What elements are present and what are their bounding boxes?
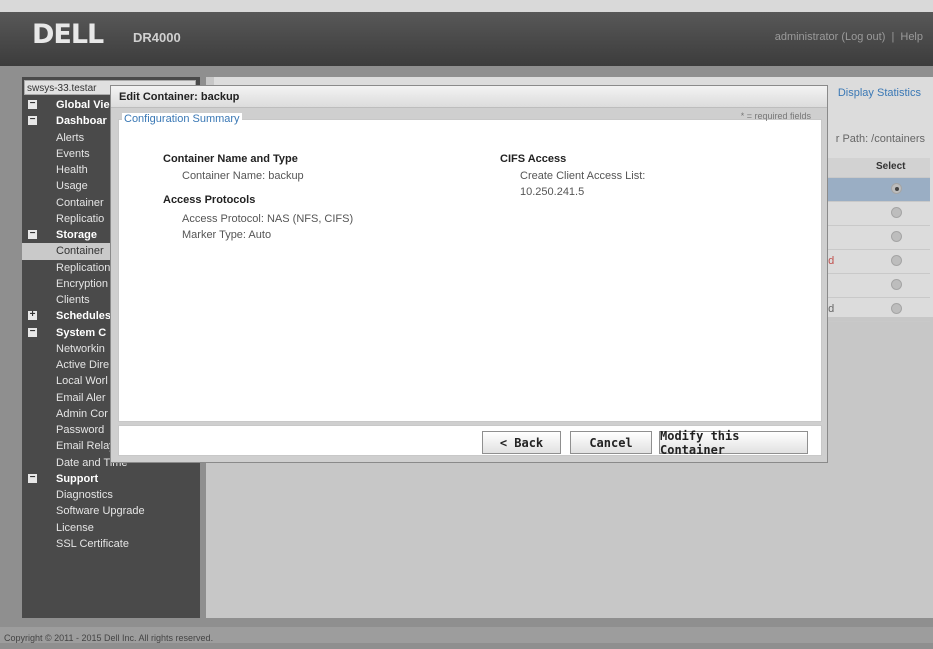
- sidebar-item[interactable]: − Support: [22, 471, 200, 487]
- required-fields-note: * = required fields: [740, 111, 811, 121]
- sidebar-item-label: Container: [56, 196, 104, 209]
- collapse-icon[interactable]: −: [28, 326, 37, 337]
- sidebar-item-label: Software Upgrade: [56, 505, 145, 518]
- sidebar-item[interactable]: Software Upgrade: [22, 503, 200, 519]
- sidebar-item-label: Usage: [56, 180, 88, 193]
- row-select-radio[interactable]: [891, 279, 902, 290]
- logout-link[interactable]: (Log out): [841, 31, 885, 43]
- sidebar-item-label: Active Dire: [56, 359, 110, 371]
- row-select-radio[interactable]: [891, 207, 902, 218]
- row-select-radio[interactable]: [891, 183, 902, 194]
- sidebar-item-label: System C: [56, 326, 107, 339]
- access-protocol-value: Access Protocol: NAS (NFS, CIFS): [182, 213, 354, 225]
- sidebar-item-label: Encryption: [56, 277, 108, 290]
- sidebar-item[interactable]: SSL Certificate: [22, 536, 200, 552]
- select-column-header: Select: [876, 161, 906, 172]
- client-ip-value: 10.250.241.5: [520, 186, 585, 198]
- sidebar-item-label: SSL Certificate: [56, 537, 129, 550]
- user-links: administrator (Log out) | Help: [775, 31, 923, 43]
- sidebar-item[interactable]: Diagnostics: [22, 487, 200, 503]
- sidebar-item-label: Schedules: [56, 310, 112, 323]
- collapse-icon[interactable]: −: [28, 99, 37, 109]
- sidebar-item-label: Local Worl: [56, 375, 108, 388]
- edit-container-dialog: Edit Container: backup Configuration Sum…: [110, 85, 828, 463]
- sidebar-item-label: Storage: [56, 229, 97, 241]
- display-statistics-link[interactable]: Display Statistics: [838, 87, 921, 99]
- help-link[interactable]: Help: [900, 31, 923, 43]
- sidebar-item-label: Dashboar: [56, 115, 107, 128]
- sidebar-item-label: Replicatio: [56, 212, 105, 225]
- back-button[interactable]: < Back: [482, 431, 561, 454]
- container-name-value: Container Name: backup: [182, 170, 304, 182]
- sidebar-item-label: Replication: [56, 261, 111, 274]
- collapse-icon[interactable]: −: [28, 229, 37, 239]
- cancel-button[interactable]: Cancel: [570, 431, 652, 454]
- product-name: DR4000: [133, 30, 181, 45]
- sidebar-item-label: Support: [56, 472, 99, 485]
- sidebar-item[interactable]: License: [22, 520, 200, 536]
- sidebar-item-label: Container: [56, 245, 104, 258]
- row-select-radio[interactable]: [891, 255, 902, 266]
- sidebar-item-label: Clients: [56, 294, 90, 306]
- configuration-summary-legend: Configuration Summary: [122, 113, 242, 125]
- expand-icon[interactable]: +: [28, 310, 37, 321]
- sidebar-item-label: Alerts: [56, 131, 85, 144]
- row-select-radio[interactable]: [891, 303, 902, 314]
- name-type-heading: Container Name and Type: [163, 153, 298, 165]
- sidebar-item-label: Global Vie: [56, 99, 110, 111]
- username: administrator: [774, 31, 839, 43]
- sidebar-item-label: Email Aler: [56, 391, 106, 404]
- sidebar-item-label: License: [56, 521, 94, 534]
- row-select-radio[interactable]: [891, 231, 902, 242]
- client-access-list-label: Create Client Access List:: [520, 170, 646, 182]
- header-top-strip: [0, 0, 933, 12]
- sidebar-item-label: Password: [56, 424, 105, 436]
- dialog-title: Edit Container: backup: [111, 86, 827, 108]
- cifs-access-heading: CIFS Access: [500, 153, 567, 165]
- sidebar-item-label: Admin Cor: [56, 407, 108, 420]
- collapse-icon[interactable]: −: [28, 115, 37, 126]
- sidebar-item-label: Health: [56, 164, 88, 176]
- sidebar-item-label: Events: [56, 147, 90, 160]
- dell-logo: DELL: [32, 19, 104, 50]
- sidebar-item-label: Networkin: [56, 342, 105, 355]
- app-header: DELL DR4000 administrator (Log out) | He…: [0, 0, 933, 66]
- marker-type-value: Marker Type: Auto: [182, 229, 272, 241]
- folder-path: r Path: /containers: [835, 133, 925, 145]
- collapse-icon[interactable]: −: [28, 472, 37, 483]
- link-separator: |: [891, 31, 895, 43]
- footer-copyright: Copyright © 2011 - 2015 Dell Inc. All ri…: [0, 627, 933, 643]
- sidebar-item-label: Diagnostics: [56, 489, 113, 501]
- dialog-button-bar: < Back Cancel Modify this Container: [118, 425, 822, 457]
- access-protocols-heading: Access Protocols: [163, 194, 256, 206]
- modify-container-button[interactable]: Modify this Container: [659, 429, 808, 457]
